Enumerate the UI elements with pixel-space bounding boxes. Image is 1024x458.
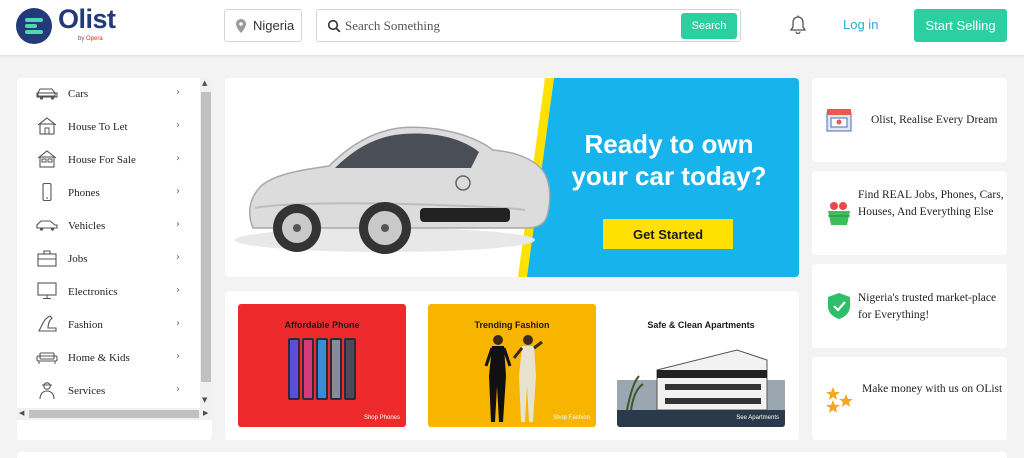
sidebar-item-label: Cars xyxy=(68,88,89,100)
sidebar-horizontal-scrollbar[interactable]: ◀ ▶ xyxy=(17,408,212,420)
shield-check-icon xyxy=(828,293,850,319)
promo-card-apartments[interactable]: Safe & Clean Apartments See Apartments xyxy=(617,304,785,427)
login-link[interactable]: Log in xyxy=(843,17,878,32)
shop-fashion-link[interactable]: Shop Fashion xyxy=(553,415,590,421)
chevron-right-icon: › xyxy=(176,186,180,197)
sidebar-item-label: Jobs xyxy=(68,253,88,265)
chevron-right-icon: › xyxy=(176,252,180,263)
sidebar-item-fashion[interactable]: Fashion › xyxy=(17,309,202,342)
sidebar-item-jobs[interactable]: Jobs › xyxy=(17,243,202,276)
bottom-section-edge xyxy=(17,452,1007,458)
sidebar-item-label: Electronics xyxy=(68,286,118,298)
scrollbar-thumb[interactable] xyxy=(201,92,211,382)
heel-icon xyxy=(38,315,57,332)
basket-icon xyxy=(828,202,850,225)
sidebar-item-label: Services xyxy=(68,385,106,397)
feature-text: Find REAL Jobs, Phones, Cars, Houses, An… xyxy=(858,189,1004,218)
hero-title: Ready to own your car today? xyxy=(571,129,767,191)
scroll-right-arrow-icon[interactable]: ▶ xyxy=(203,409,208,417)
feature-card-trusted: Nigeria's trusted market-place for Every… xyxy=(812,264,1007,348)
hero-banner[interactable]: Ready to own your car today? Get Started xyxy=(225,78,799,277)
worker-icon xyxy=(39,382,55,399)
feature-card-money: Make money with us on OList xyxy=(812,357,1007,440)
olist-logo[interactable]: Olist by Opera xyxy=(16,4,116,48)
storefront-icon xyxy=(826,109,852,132)
fashion-models-image xyxy=(484,335,543,422)
promo-title: Safe & Clean Apartments xyxy=(647,320,755,330)
location-pin-icon xyxy=(236,19,246,33)
chevron-right-icon: › xyxy=(176,318,180,329)
shop-phones-link[interactable]: Shop Phones xyxy=(364,415,400,421)
chevron-right-icon: › xyxy=(176,120,180,131)
search-button[interactable]: Search xyxy=(681,13,737,39)
sidebar-item-label: Fashion xyxy=(68,319,103,331)
promo-section: Affordable Phone Shop Phones Trending Fa… xyxy=(225,291,799,440)
house-icon xyxy=(37,117,57,135)
scroll-left-arrow-icon[interactable]: ◀ xyxy=(19,409,24,417)
logo-subtitle: by Opera xyxy=(78,36,103,42)
sidebar-item-label: Home & Kids xyxy=(68,352,130,364)
vehicle-icon xyxy=(36,220,58,231)
search-input[interactable] xyxy=(345,16,665,36)
sidebar-item-electronics[interactable]: Electronics › xyxy=(17,276,202,309)
sidebar-item-house-for-sale[interactable]: House For Sale › xyxy=(17,144,202,177)
chevron-right-icon: › xyxy=(176,219,180,230)
sidebar-item-phones[interactable]: Phones › xyxy=(17,177,202,210)
sidebar-item-label: Vehicles xyxy=(68,220,106,232)
stars-icon xyxy=(826,387,853,413)
feature-text: Olist, Realise Every Dream xyxy=(871,114,998,126)
chevron-right-icon: › xyxy=(176,384,180,395)
sidebar-item-services[interactable]: Services › xyxy=(17,375,202,408)
apartment-building-image xyxy=(617,349,785,427)
car-image xyxy=(235,126,551,254)
car-icon xyxy=(36,88,58,100)
feature-text: Nigeria's trusted market-place for Every… xyxy=(858,292,997,321)
location-label: Nigeria xyxy=(253,18,295,33)
category-sidebar: Cars › House To Let › House For Sale › P… xyxy=(17,78,212,440)
monitor-icon xyxy=(37,282,57,299)
promo-card-phones[interactable]: Affordable Phone Shop Phones xyxy=(238,304,406,427)
chevron-right-icon: › xyxy=(176,285,180,296)
logo-mark-icon xyxy=(16,8,52,44)
sofa-icon xyxy=(36,352,58,364)
sidebar-item-vehicles[interactable]: Vehicles › xyxy=(17,210,202,243)
sidebar-item-label: House To Let xyxy=(68,121,128,133)
briefcase-icon xyxy=(37,250,57,267)
search-icon xyxy=(327,19,341,33)
location-selector[interactable]: Nigeria xyxy=(224,9,302,42)
promo-card-fashion[interactable]: Trending Fashion Shop Fashion xyxy=(428,304,596,427)
feature-card-find: Find REAL Jobs, Phones, Cars, Houses, An… xyxy=(812,171,1007,255)
chevron-right-icon: › xyxy=(176,153,180,164)
get-started-button[interactable]: Get Started xyxy=(603,219,733,249)
phones-image xyxy=(288,338,356,400)
sidebar-vertical-scrollbar[interactable]: ▲ ▼ xyxy=(200,78,212,408)
see-apartments-link[interactable]: See Apartments xyxy=(736,415,779,421)
feature-card-dream: Olist, Realise Every Dream xyxy=(812,78,1007,162)
sidebar-item-label: House For Sale xyxy=(68,154,136,166)
scroll-up-arrow-icon[interactable]: ▲ xyxy=(202,79,207,87)
house-sale-icon xyxy=(37,150,57,168)
scroll-down-arrow-icon[interactable]: ▼ xyxy=(202,396,207,404)
top-header: Olist by Opera Nigeria Search Log in Sta… xyxy=(0,0,1024,56)
scrollbar-thumb[interactable] xyxy=(29,410,199,418)
logo-text: Olist xyxy=(58,4,116,34)
promo-title: Affordable Phone xyxy=(284,320,360,330)
sidebar-item-label: Phones xyxy=(68,187,100,199)
chevron-right-icon: › xyxy=(176,87,180,98)
bell-icon[interactable] xyxy=(789,15,807,35)
promo-title: Trending Fashion xyxy=(474,320,550,330)
sidebar-item-home-kids[interactable]: Home & Kids › xyxy=(17,342,202,375)
chevron-right-icon: › xyxy=(176,351,180,362)
phone-icon xyxy=(42,183,52,201)
sidebar-item-house-to-let[interactable]: House To Let › xyxy=(17,111,202,144)
search-bar: Search xyxy=(316,9,741,42)
sidebar-item-cars[interactable]: Cars › xyxy=(17,78,202,111)
feature-text: Make money with us on OList xyxy=(862,383,1003,395)
start-selling-button[interactable]: Start Selling xyxy=(914,9,1007,42)
